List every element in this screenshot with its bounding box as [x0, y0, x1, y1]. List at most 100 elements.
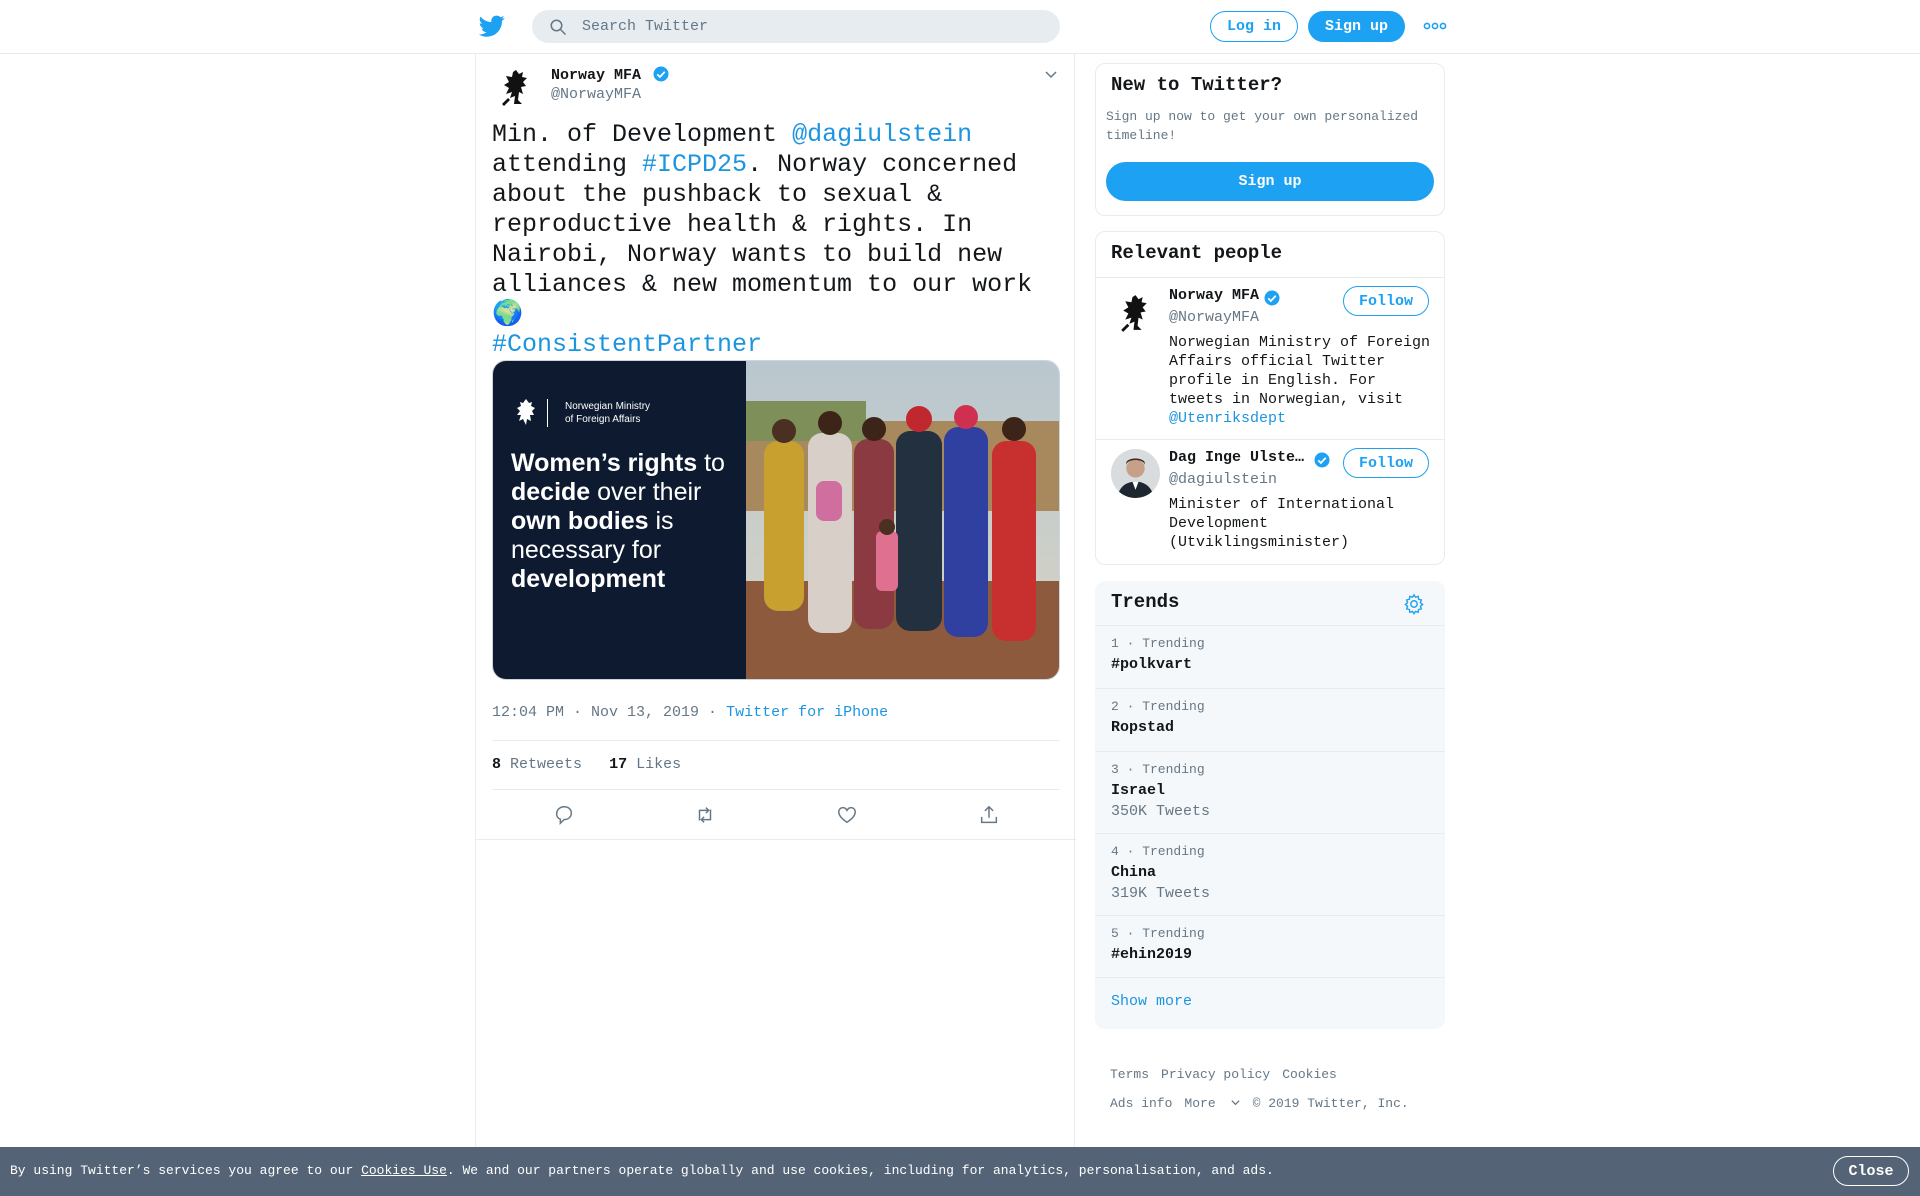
headline-bold-segment: decide: [511, 478, 591, 506]
show-more-trends-link[interactable]: Show more: [1111, 993, 1192, 1010]
dag-inge-ulstein-avatar[interactable]: [1111, 449, 1160, 498]
reply-icon[interactable]: [553, 804, 575, 826]
media-headline: Women’s rights to decide over their own …: [511, 449, 741, 594]
sidebar-sign-up-button[interactable]: Sign up: [1106, 162, 1434, 201]
headline-segment: to: [697, 449, 725, 477]
trend-meta: 1 · Trending: [1111, 636, 1205, 651]
more-label: More: [1184, 1096, 1216, 1111]
trend-item[interactable]: 2 · Trending Ropstad: [1095, 688, 1445, 751]
like-heart-icon[interactable]: [836, 804, 858, 826]
cookie-text-segment: By using Twitter’s services you agree to…: [10, 1163, 362, 1178]
follow-button[interactable]: Follow: [1343, 448, 1429, 478]
twitter-bird-logo-icon[interactable]: [478, 13, 506, 39]
headline-bold-segment: own bodies: [511, 507, 649, 535]
likes-stat[interactable]: 17 Likes: [609, 756, 681, 773]
trend-meta: 4 · Trending: [1111, 844, 1205, 859]
trends-card: Trends 1 · Trending #polkvart 2 · Trendi…: [1095, 581, 1445, 1029]
divider: [1096, 439, 1444, 440]
gear-icon[interactable]: [1403, 593, 1425, 615]
tweet-actions: [476, 790, 1076, 840]
ministry-logo: Norwegian Ministry of Foreign Affairs: [513, 397, 733, 431]
trend-name[interactable]: #ehin2019: [1111, 946, 1192, 963]
retweets-label: Retweets: [510, 756, 583, 773]
bio-mention-link[interactable]: @Utenriksdept: [1169, 410, 1286, 427]
privacy-policy-link[interactable]: Privacy policy: [1161, 1067, 1270, 1082]
tweet-text-segment: attending: [492, 150, 643, 179]
ministry-name-line1: Norwegian Ministry: [565, 401, 651, 412]
sign-up-button[interactable]: Sign up: [1308, 11, 1405, 42]
follow-button[interactable]: Follow: [1343, 286, 1429, 316]
divider: [1096, 277, 1444, 278]
headline-segment: over their: [590, 478, 702, 506]
retweets-stat[interactable]: 8 Retweets: [492, 756, 582, 773]
headline-bold-segment: development: [511, 565, 666, 593]
likes-label: Likes: [636, 756, 682, 773]
new-to-twitter-card: New to Twitter? Sign up now to get your …: [1095, 63, 1445, 216]
verified-badge-icon: [653, 66, 669, 82]
trend-item[interactable]: 4 · Trending China 319K Tweets: [1095, 833, 1445, 915]
log-in-button[interactable]: Log in: [1210, 11, 1298, 42]
copyright-text: © 2019 Twitter, Inc.: [1252, 1096, 1409, 1111]
logo-divider: [547, 399, 548, 427]
tweet-author-name[interactable]: Norway MFA: [551, 65, 670, 84]
person-name[interactable]: Norway MFA: [1169, 287, 1261, 304]
trend-name[interactable]: Ropstad: [1111, 719, 1174, 736]
tweet-media-image[interactable]: Norwegian Ministry of Foreign Affairs Wo…: [492, 360, 1060, 680]
trend-meta: 5 · Trending: [1111, 926, 1205, 941]
cookies-use-link[interactable]: Cookies Use: [361, 1163, 447, 1178]
retweet-icon[interactable]: [694, 804, 716, 826]
sidebar-footer: Terms Privacy policy Cookies Ads info More ©…: [1110, 1060, 1440, 1118]
chevron-down-icon[interactable]: [1043, 66, 1059, 82]
cookies-link[interactable]: Cookies: [1282, 1067, 1337, 1082]
person-handle[interactable]: @dagiulstein: [1169, 471, 1277, 488]
verified-badge-icon: [1264, 290, 1280, 306]
search-input[interactable]: [582, 10, 1042, 43]
author-name-text[interactable]: Norway MFA: [551, 67, 641, 84]
person-name[interactable]: Dag Inge Ulstein: [1169, 449, 1309, 466]
hashtag-link[interactable]: #ConsistentPartner: [492, 330, 762, 359]
tweet-time-text[interactable]: 12:04 PM · Nov 13, 2019: [492, 704, 699, 721]
women-group-photo: [746, 361, 1059, 679]
cookie-text-segment: . We and our partners operate globally a…: [446, 1163, 1274, 1178]
top-navigation-bar: Log in Sign up: [0, 0, 1920, 54]
person-handle[interactable]: @NorwayMFA: [1169, 309, 1259, 326]
trend-meta: 3 · Trending: [1111, 762, 1205, 777]
more-menu[interactable]: More: [1184, 1096, 1240, 1111]
mention-link[interactable]: @dagiulstein: [792, 120, 972, 149]
tweet-timestamp: 12:04 PM · Nov 13, 2019 · Twitter for iP…: [492, 704, 888, 721]
norway-mfa-avatar[interactable]: [492, 64, 540, 112]
search-box[interactable]: [532, 10, 1060, 43]
tweet-text-segment: Min. of Development: [492, 120, 793, 149]
trend-tweet-count: 319K Tweets: [1111, 885, 1211, 902]
trend-name[interactable]: #polkvart: [1111, 656, 1192, 673]
tweet-text: Min. of Development @dagiulstein attendi…: [492, 120, 1064, 360]
new-to-twitter-title: New to Twitter?: [1111, 74, 1283, 96]
norway-mfa-avatar[interactable]: [1111, 289, 1160, 338]
cookie-consent-bar: By using Twitter’s services you agree to…: [0, 1147, 1920, 1196]
relevant-people-card: Relevant people Norway MFA @NorwayMFA Fo…: [1095, 231, 1445, 565]
cookie-consent-text: By using Twitter’s services you agree to…: [10, 1163, 1274, 1178]
ministry-name-line2: of Foreign Affairs: [565, 414, 641, 425]
tweet-author-handle[interactable]: @NorwayMFA: [551, 86, 641, 103]
trend-item[interactable]: 3 · Trending Israel 350K Tweets: [1095, 751, 1445, 833]
close-cookie-bar-button[interactable]: Close: [1833, 1156, 1909, 1186]
trend-tweet-count: 350K Tweets: [1111, 803, 1211, 820]
media-text-panel: Norwegian Ministry of Foreign Affairs Wo…: [493, 361, 746, 679]
person-bio: Minister of International Development (U…: [1169, 496, 1395, 551]
more-options-icon[interactable]: [1423, 21, 1447, 31]
bio-text: Norwegian Ministry of Foreign Affairs of…: [1169, 334, 1431, 408]
hashtag-link[interactable]: #ICPD25: [642, 150, 747, 179]
trend-item[interactable]: 5 · Trending #ehin2019: [1095, 915, 1445, 978]
terms-link[interactable]: Terms: [1110, 1067, 1149, 1082]
verified-badge-icon: [1314, 452, 1330, 468]
new-to-twitter-description: Sign up now to get your own personalized…: [1106, 109, 1419, 143]
chevron-down-icon: [1231, 1100, 1240, 1106]
trend-name[interactable]: China: [1111, 864, 1156, 881]
trend-item[interactable]: 1 · Trending #polkvart: [1095, 625, 1445, 688]
ads-info-link[interactable]: Ads info: [1110, 1096, 1172, 1111]
likes-count: 17: [609, 756, 628, 773]
tweet-source-link[interactable]: Twitter for iPhone: [726, 704, 888, 721]
trend-name[interactable]: Israel: [1111, 782, 1165, 799]
share-icon[interactable]: [978, 804, 1000, 826]
lion-crest-icon: [517, 399, 535, 425]
